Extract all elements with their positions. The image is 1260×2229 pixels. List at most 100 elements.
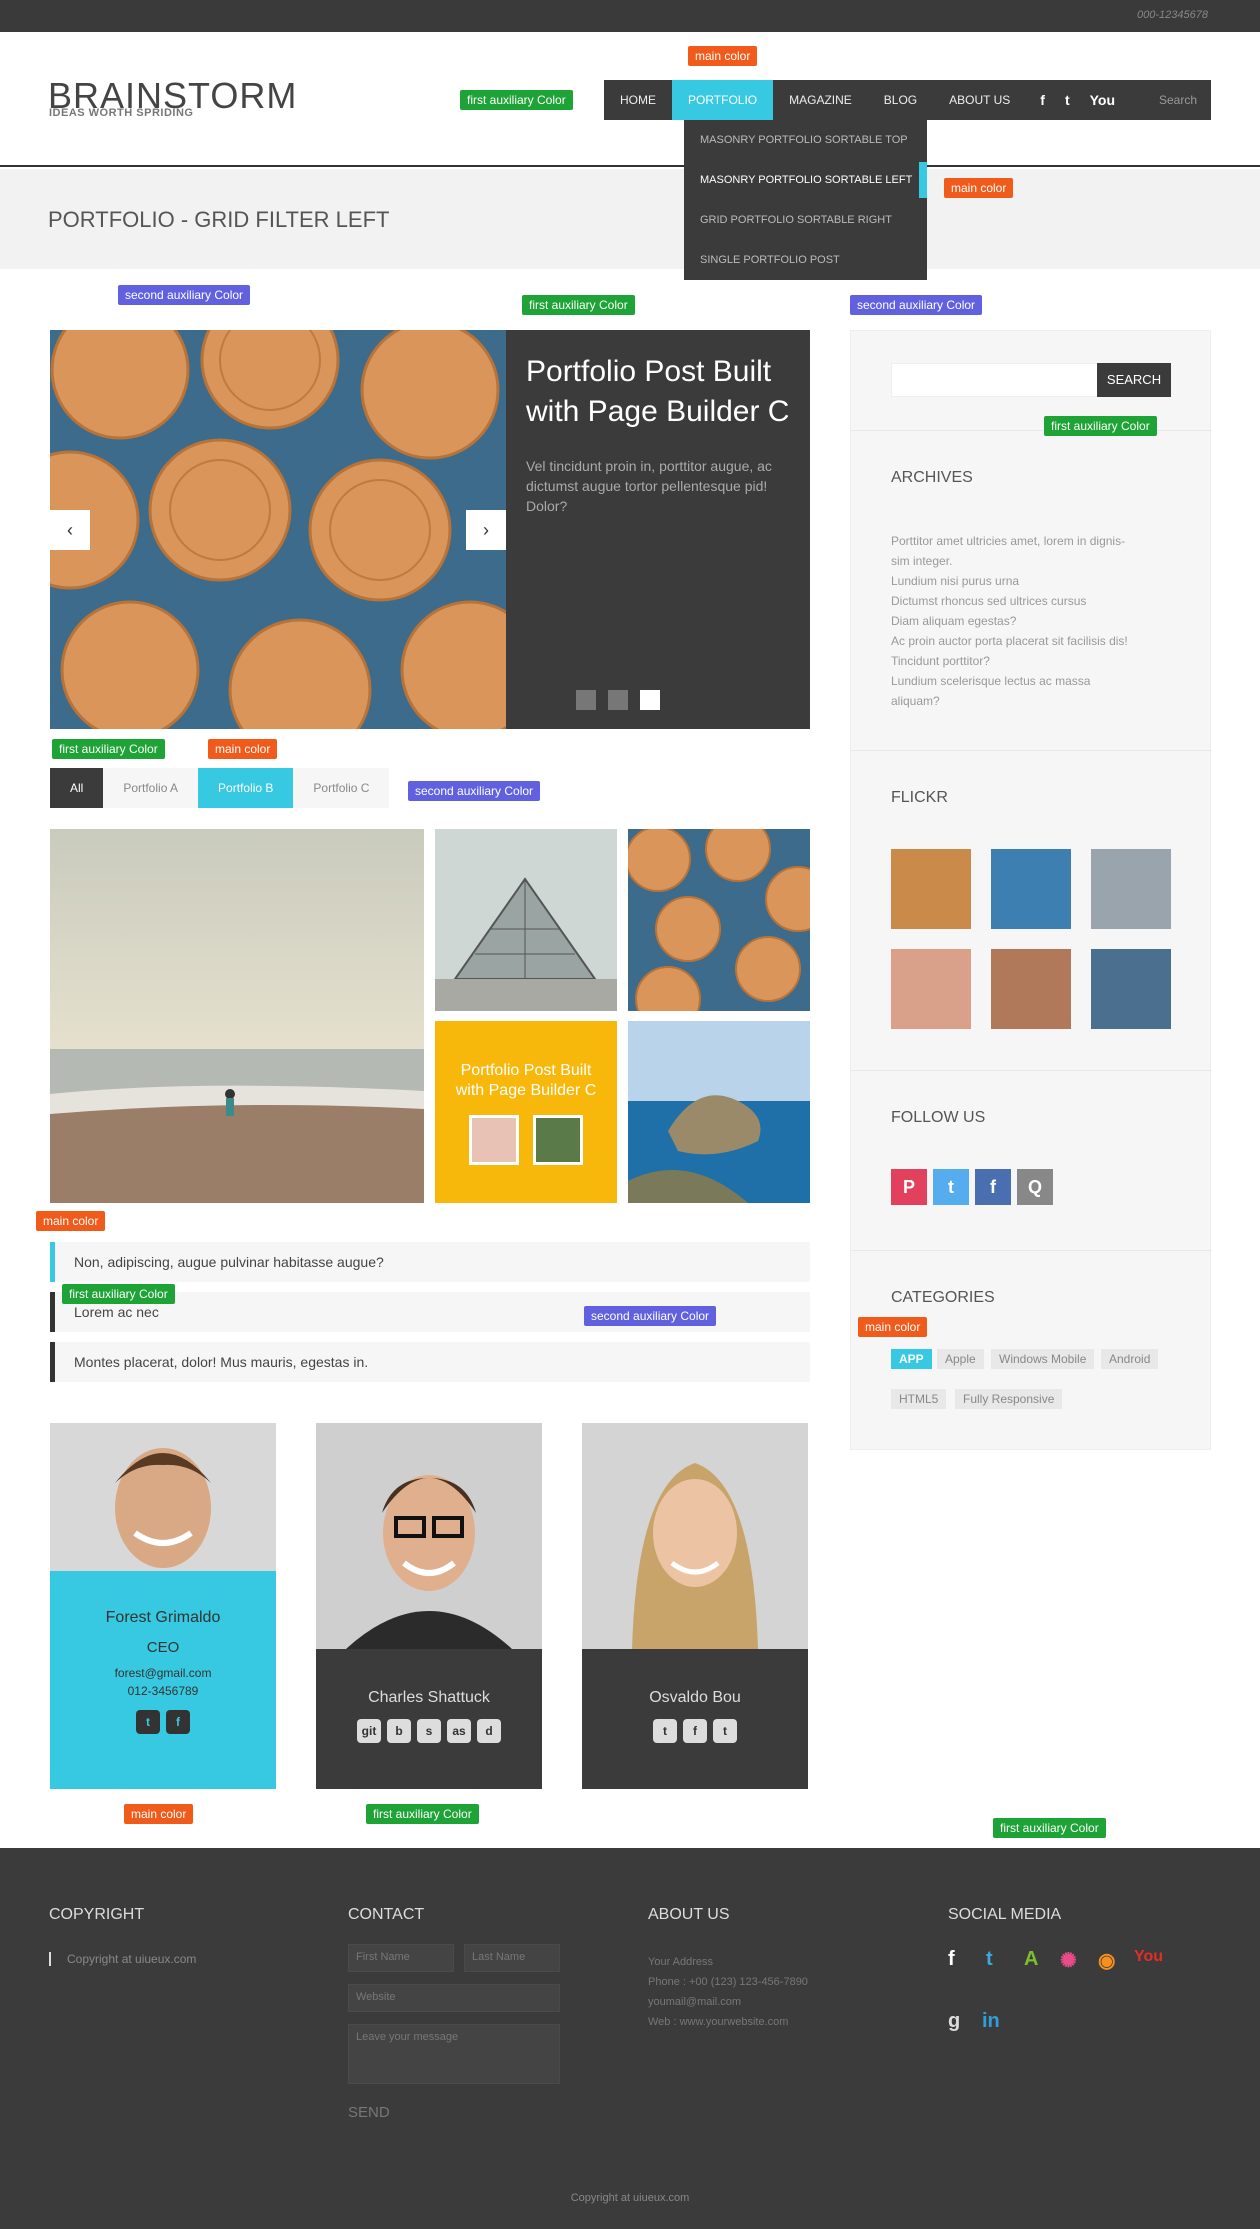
archive-link[interactable]: sim integer. (891, 551, 1151, 571)
linkedin-icon[interactable]: in (982, 2010, 1000, 2033)
grid-item-featured[interactable]: Portfolio Post Built with Page Builder C (435, 1021, 617, 1203)
vine-icon[interactable]: A (1024, 1948, 1038, 1971)
grid-item-pyramid[interactable] (435, 829, 617, 1011)
nav-about[interactable]: ABOUT US (933, 80, 1026, 120)
slider-next-button[interactable]: › (466, 510, 506, 550)
grid-item-island[interactable] (628, 1021, 810, 1203)
dribbble-icon[interactable]: ✺ (1060, 1948, 1077, 1973)
slider-dot-active[interactable] (640, 690, 660, 710)
last-name-field[interactable]: Last Name (464, 1944, 560, 1972)
facebook-icon[interactable]: f (683, 1719, 707, 1743)
main-color-tag: main color (208, 739, 278, 759)
google-plus-icon[interactable]: g (948, 2010, 960, 2033)
slide-text: Vel tincidunt proin in, porttitor augue,… (526, 458, 772, 514)
grid-item-cookies[interactable] (628, 829, 810, 1011)
slider-dot[interactable] (576, 690, 596, 710)
featured-thumb[interactable] (533, 1115, 583, 1165)
email[interactable]: youmail@mail.com (648, 1992, 808, 2012)
dribbble-icon[interactable]: d (477, 1719, 501, 1743)
main-color-tag: main color (858, 1317, 928, 1337)
featured-title[interactable]: Portfolio Post Built with Page Builder C (435, 1061, 617, 1101)
dropdown-item[interactable]: SINGLE PORTFOLIO POST (684, 240, 927, 280)
first-aux-color-tag: first auxiliary Color (993, 1818, 1106, 1838)
facebook-icon[interactable]: f (166, 1710, 190, 1734)
accordion-item[interactable]: Montes placerat, dolor! Mus mauris, eges… (50, 1342, 810, 1382)
category-tag[interactable]: HTML5 (891, 1389, 947, 1409)
filter-portfolio-c[interactable]: Portfolio C (293, 768, 390, 808)
dropdown-marker (919, 162, 927, 198)
slider-dot[interactable] (608, 690, 628, 710)
youtube-icon[interactable]: You (1134, 1948, 1163, 1966)
categories-title: CATEGORIES (891, 1289, 995, 1306)
facebook-icon[interactable]: f (975, 1169, 1011, 1205)
twitter-icon[interactable]: t (933, 1169, 969, 1205)
slider-prev-button[interactable]: ‹ (50, 510, 90, 550)
sidebar-search-button[interactable]: SEARCH (1097, 363, 1171, 397)
filter-portfolio-b[interactable]: Portfolio B (198, 768, 294, 808)
slide-title[interactable]: Portfolio Post Built with Page Builder C (526, 352, 790, 432)
twitter-icon[interactable]: t (1065, 92, 1070, 108)
sidebar-search-input[interactable] (891, 363, 1099, 397)
archive-link[interactable]: Ac proin auctor porta placerat sit facil… (891, 631, 1151, 651)
featured-thumb[interactable] (469, 1115, 519, 1165)
grid-item-beach[interactable] (50, 829, 424, 1203)
nav-blog[interactable]: BLOG (868, 80, 933, 120)
footer-bottom-copyright: Copyright at uiueux.com (570, 2192, 690, 2204)
nav-portfolio[interactable]: PORTFOLIO (672, 80, 774, 120)
archive-link[interactable]: Lundium nisi purus urna (891, 571, 1151, 591)
filter-all[interactable]: All (50, 768, 104, 808)
first-name-field[interactable]: First Name (348, 1944, 454, 1972)
message-field[interactable]: Leave your message (348, 2024, 560, 2084)
category-tag[interactable]: Apple (937, 1349, 984, 1369)
blogger-icon[interactable]: b (387, 1719, 411, 1743)
flickr-thumb[interactable] (891, 949, 971, 1029)
send-button[interactable]: SEND (348, 2104, 390, 2121)
category-tag[interactable]: Android (1101, 1349, 1159, 1369)
youtube-icon[interactable]: You (1090, 92, 1115, 108)
twitter-icon[interactable]: t (136, 1710, 160, 1734)
flickr-thumb[interactable] (991, 849, 1071, 929)
category-tag[interactable]: Fully Responsive (955, 1389, 1063, 1409)
nav-search[interactable]: Search (1159, 93, 1197, 107)
dropdown-item[interactable]: MASONRY PORTFOLIO SORTABLE TOP (684, 120, 927, 160)
slider-dots (576, 690, 660, 710)
first-aux-color-tag: first auxiliary Color (1044, 416, 1157, 436)
twitter-icon[interactable]: t (713, 1719, 737, 1743)
flickr-thumb[interactable] (891, 849, 971, 929)
flickr-thumb[interactable] (1091, 949, 1171, 1029)
avatar (582, 1423, 808, 1649)
sidebar-search-section: SEARCH (851, 331, 1212, 431)
website[interactable]: Web : www.yourwebsite.com (648, 2012, 808, 2032)
rss-icon[interactable]: ◉ (1098, 1948, 1115, 1973)
dropdown-item[interactable]: GRID PORTFOLIO SORTABLE RIGHT (684, 200, 927, 240)
team-email[interactable]: forest@gmail.com (50, 1666, 276, 1680)
github-icon[interactable]: git (357, 1719, 381, 1743)
filter-portfolio-a[interactable]: Portfolio A (103, 768, 199, 808)
twitter-icon[interactable]: t (653, 1719, 677, 1743)
website-field[interactable]: Website (348, 1984, 560, 2012)
facebook-icon[interactable]: f (948, 1948, 955, 1971)
twitter-icon[interactable]: t (986, 1948, 993, 1971)
team-name: Osvaldo Bou (649, 1689, 741, 1706)
main-color-tag: main color (124, 1804, 194, 1824)
dropdown-item-current[interactable]: MASONRY PORTFOLIO SORTABLE LEFT (684, 160, 927, 200)
facebook-icon[interactable]: f (1040, 92, 1045, 108)
category-app[interactable]: APP (891, 1349, 932, 1369)
nav-magazine[interactable]: MAGAZINE (773, 80, 868, 120)
accordion-item-active[interactable]: Non, adipiscing, augue pulvinar habitass… (50, 1242, 810, 1282)
archive-link[interactable]: Dictumst rhoncus sed ultrices cursus (891, 591, 1151, 611)
flickr-thumb[interactable] (991, 949, 1071, 1029)
category-tag[interactable]: Windows Mobile (991, 1349, 1095, 1369)
archive-link[interactable]: Lundium scelerisque lectus ac massa (891, 671, 1151, 691)
soundcloud-icon[interactable]: s (417, 1719, 441, 1743)
pinterest-icon[interactable]: P (891, 1169, 927, 1205)
lastfm-icon[interactable]: as (447, 1719, 471, 1743)
archive-link[interactable]: Porttitor amet ultricies amet, lorem in … (891, 531, 1151, 551)
archive-link[interactable]: Tincidunt porttitor? (891, 651, 1151, 671)
footer-about-title: ABOUT US (648, 1906, 730, 1923)
archive-link[interactable]: Diam aliquam egestas? (891, 611, 1151, 631)
nav-home[interactable]: HOME (604, 80, 672, 120)
archive-link[interactable]: aliquam? (891, 691, 1151, 711)
flickr-thumb[interactable] (1091, 849, 1171, 929)
search-icon[interactable]: Q (1017, 1169, 1053, 1205)
